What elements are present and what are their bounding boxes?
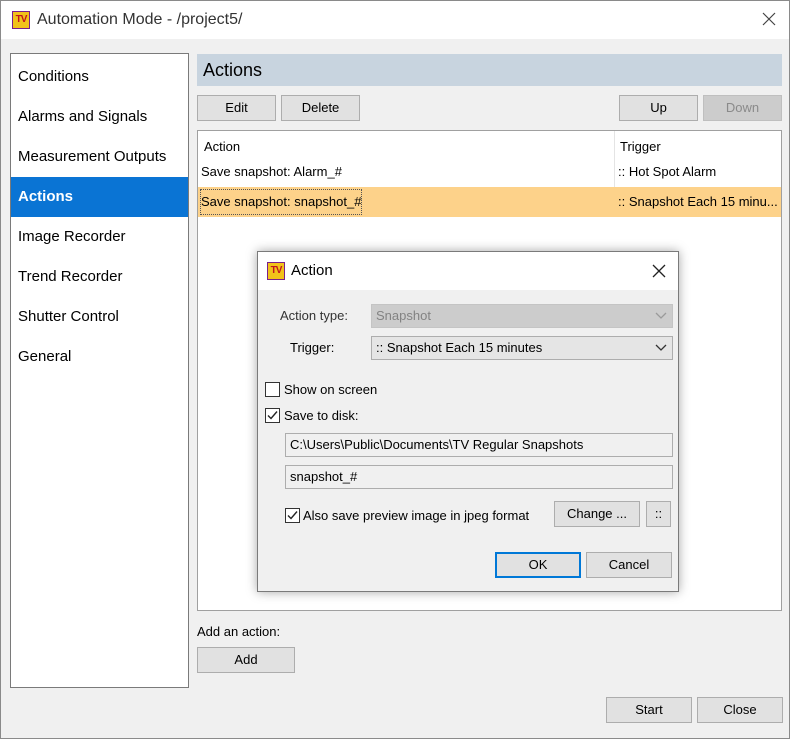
- column-header-trigger[interactable]: Trigger: [620, 139, 661, 154]
- jpeg-preview-checkbox[interactable]: [285, 508, 300, 523]
- delete-button[interactable]: Delete: [281, 95, 360, 121]
- sidebar-item-measurement-outputs[interactable]: Measurement Outputs: [11, 137, 188, 177]
- jpeg-preview-label: Also save preview image in jpeg format: [303, 508, 530, 523]
- show-on-screen-checkbox[interactable]: [265, 382, 280, 397]
- action-type-select[interactable]: Snapshot: [371, 304, 673, 328]
- column-header-action[interactable]: Action: [204, 139, 240, 154]
- row-action-cell: Save snapshot: Alarm_#: [201, 164, 342, 179]
- save-to-disk-checkbox[interactable]: [265, 408, 280, 423]
- sidebar-item-actions[interactable]: Actions: [11, 177, 188, 217]
- close-button[interactable]: Close: [697, 697, 783, 723]
- trigger-select[interactable]: :: Snapshot Each 15 minutes: [371, 336, 673, 360]
- close-window-icon[interactable]: [757, 7, 781, 31]
- trigger-value: :: Snapshot Each 15 minutes: [376, 340, 543, 355]
- sidebar-item-image-recorder[interactable]: Image Recorder: [11, 217, 188, 257]
- row-trigger-cell: :: Snapshot Each 15 minu...: [618, 194, 778, 209]
- automation-mode-window: TV Automation Mode - /project5/ Conditio…: [0, 0, 790, 739]
- table-row-selected[interactable]: Save snapshot: snapshot_# :: Snapshot Ea…: [198, 187, 781, 217]
- row-trigger-cell: :: Hot Spot Alarm: [618, 164, 717, 179]
- action-type-label: Action type:: [280, 308, 348, 323]
- save-path-field[interactable]: C:\Users\Public\Documents\TV Regular Sna…: [285, 433, 673, 457]
- dialog-close-icon[interactable]: [648, 260, 670, 282]
- start-button[interactable]: Start: [606, 697, 692, 723]
- action-type-value: Snapshot: [376, 308, 431, 323]
- save-to-disk-label: Save to disk:: [284, 408, 359, 423]
- sidebar-item-general[interactable]: General: [11, 337, 188, 377]
- chevron-down-icon: [655, 344, 667, 351]
- dialog-title: Action: [291, 262, 333, 279]
- window-title: Automation Mode - /project5/: [37, 11, 243, 28]
- change-button[interactable]: Change ...: [554, 501, 640, 527]
- section-title: Actions: [197, 54, 782, 86]
- sidebar: Conditions Alarms and Signals Measuremen…: [10, 53, 189, 688]
- sidebar-item-trend-recorder[interactable]: Trend Recorder: [11, 257, 188, 297]
- down-button[interactable]: Down: [703, 95, 782, 121]
- up-button[interactable]: Up: [619, 95, 698, 121]
- table-row[interactable]: Save snapshot: Alarm_# :: Hot Spot Alarm: [198, 157, 781, 187]
- checkmark-icon: [287, 511, 298, 520]
- sidebar-item-conditions[interactable]: Conditions: [11, 57, 188, 97]
- chevron-down-icon: [655, 312, 667, 319]
- cancel-button[interactable]: Cancel: [586, 552, 672, 578]
- add-action-label: Add an action:: [197, 624, 281, 639]
- dialog-title-bar: TV Action: [258, 252, 678, 290]
- sidebar-item-alarms-and-signals[interactable]: Alarms and Signals: [11, 97, 188, 137]
- app-logo-icon: TV: [12, 11, 30, 29]
- dialog-logo-icon: TV: [267, 262, 285, 280]
- sidebar-item-shutter-control[interactable]: Shutter Control: [11, 297, 188, 337]
- title-bar: TV Automation Mode - /project5/: [1, 1, 789, 39]
- filename-field[interactable]: snapshot_#: [285, 465, 673, 489]
- row-action-cell: Save snapshot: snapshot_#: [199, 189, 363, 215]
- ok-button[interactable]: OK: [495, 552, 581, 578]
- edit-button[interactable]: Edit: [197, 95, 276, 121]
- show-on-screen-label: Show on screen: [284, 382, 378, 397]
- add-button[interactable]: Add: [197, 647, 295, 673]
- trigger-label: Trigger:: [290, 340, 335, 355]
- action-dialog: TV Action Action type: Snapshot Trigger:…: [257, 251, 679, 592]
- checkmark-icon: [267, 411, 278, 420]
- options-button[interactable]: ::: [646, 501, 671, 527]
